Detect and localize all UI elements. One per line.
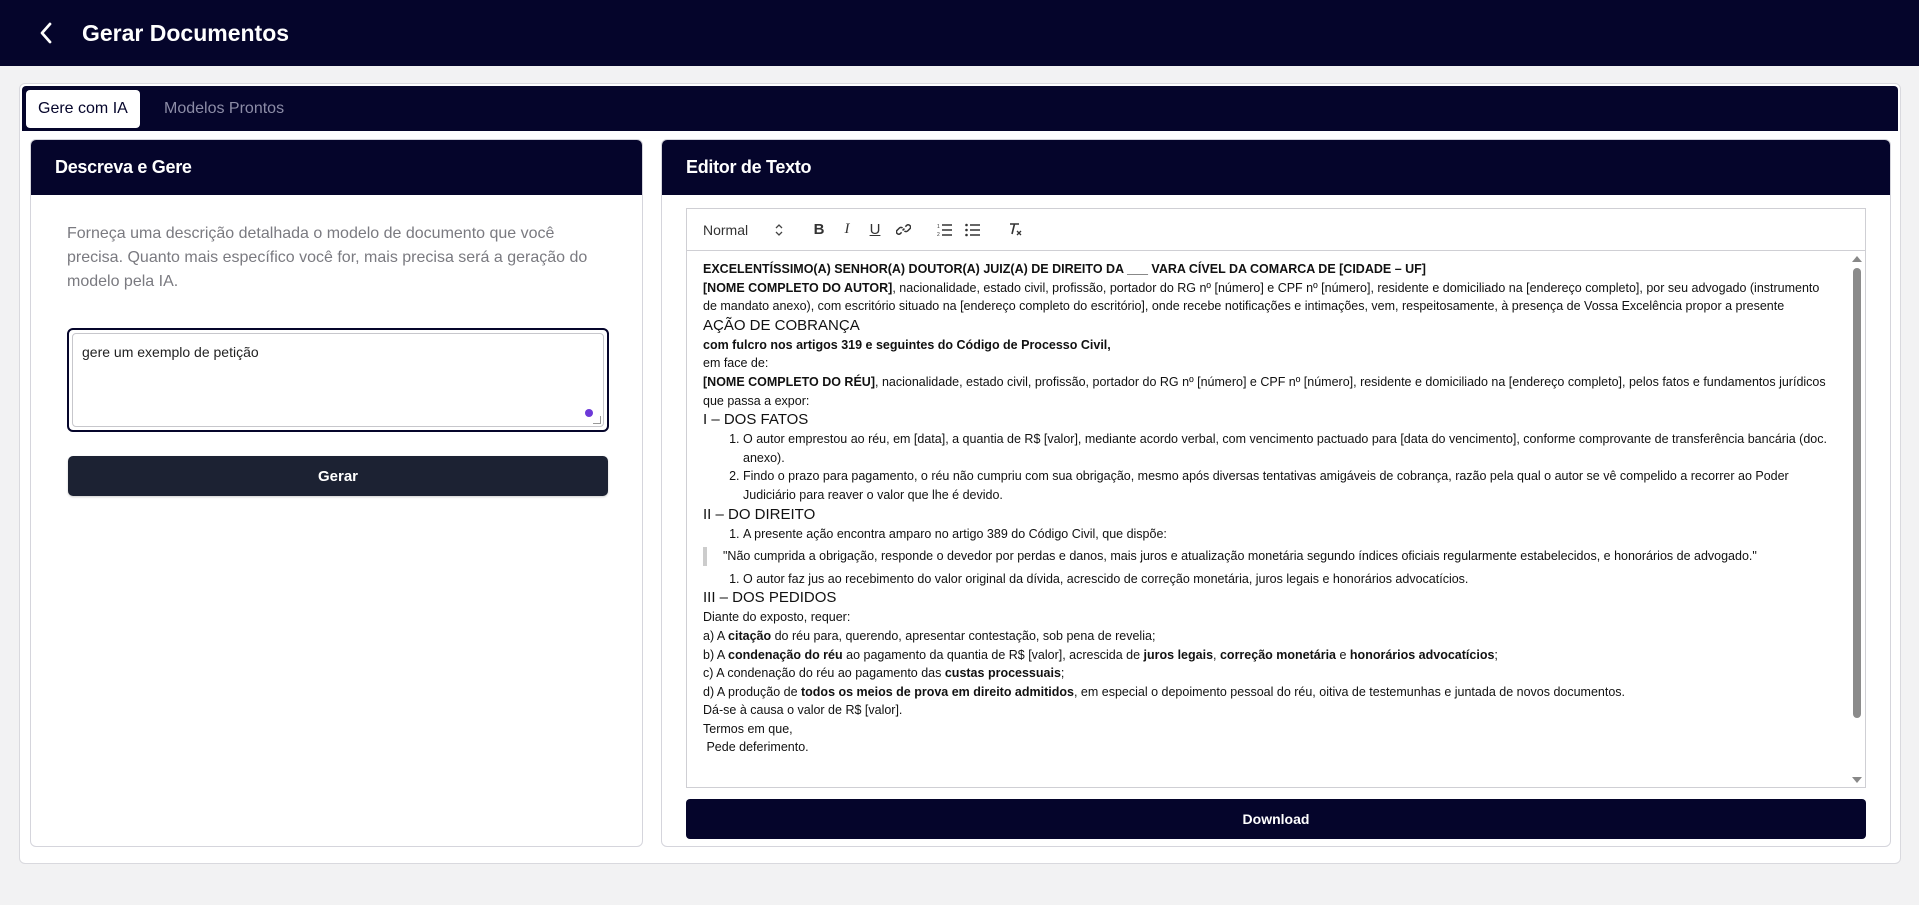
doc-requests-intro: Diante do exposto, requer: xyxy=(703,610,851,625)
doc-request-a: a) A citação do réu para, querendo, apre… xyxy=(703,627,1833,646)
underline-icon: U xyxy=(869,221,881,238)
facts-list: O autor emprestou ao réu, em [data], a q… xyxy=(703,430,1833,504)
doc-request-c: c) A condenação do réu ao pagamento das … xyxy=(703,664,1833,683)
ordered-list-icon: 12 xyxy=(937,224,952,237)
doc-section-law: II – DO DIREITO xyxy=(703,505,816,523)
editor-toolbar: Normal B I U 12 xyxy=(687,209,1865,251)
prompt-text: gere um exemplo de petição xyxy=(82,344,259,360)
tab-gere-com-ia[interactable]: Gere com IA xyxy=(26,90,140,128)
format-select[interactable]: Normal xyxy=(703,222,791,238)
doc-value: Dá-se à causa o valor de R$ [valor]. xyxy=(703,703,903,718)
select-arrows-icon xyxy=(775,223,783,236)
doc-defendant-paragraph: [NOME COMPLETO DO RÉU], nacionalidade, e… xyxy=(703,373,1833,410)
req-bold: honorários advocatícios xyxy=(1349,647,1495,662)
doc-quote: "Não cumprida a obrigação, responde o de… xyxy=(703,547,1833,566)
editor-scrollbar[interactable] xyxy=(1849,252,1865,787)
doc-section-requests: III – DOS PEDIDOS xyxy=(703,589,837,607)
law-list-2: O autor faz jus ao recebimento do valor … xyxy=(703,570,1833,589)
rich-text-editor: Normal B I U 12 EXCELENTÍSSIMO(A) SENHOR… xyxy=(686,208,1866,788)
doc-face: em face de: xyxy=(703,356,769,371)
req-bold: condenação do réu xyxy=(728,647,843,662)
doc-defendant-name: [NOME COMPLETO DO RÉU] xyxy=(703,374,875,389)
req-text: ; xyxy=(1060,666,1065,681)
editor-panel: Editor de Texto Normal B I U 12 EXCELENT… xyxy=(661,139,1891,847)
describe-instructions: Forneça uma descrição detalhada o modelo… xyxy=(67,225,588,290)
bold-icon: B xyxy=(813,221,825,238)
bullet-list-icon xyxy=(965,223,980,236)
describe-panel-title: Descreva e Gere xyxy=(31,140,642,195)
describe-panel: Descreva e Gere Forneça uma descrição de… xyxy=(30,139,643,847)
bold-button[interactable]: B xyxy=(805,218,833,242)
link-icon xyxy=(895,224,911,235)
svg-text:2: 2 xyxy=(937,232,940,237)
tab-modelos-prontos[interactable]: Modelos Prontos xyxy=(152,90,296,128)
doc-author-paragraph: [NOME COMPLETO DO AUTOR], nacionalidade,… xyxy=(703,279,1833,316)
doc-legal-basis: com fulcro nos artigos 319 e seguintes d… xyxy=(703,336,1833,355)
req-text: , em especial o depoimento pessoal do ré… xyxy=(1073,684,1626,699)
list-item: O autor faz jus ao recebimento do valor … xyxy=(743,570,1833,589)
law-list: A presente ação encontra amparo no artig… xyxy=(703,525,1833,544)
doc-request-b: b) A condenação do réu ao pagamento da q… xyxy=(703,646,1833,665)
req-text: c) A condenação do réu ao pagamento das xyxy=(703,666,945,681)
italic-button[interactable]: I xyxy=(833,218,861,242)
download-button[interactable]: Download xyxy=(686,799,1866,839)
ordered-list-button[interactable]: 12 xyxy=(931,218,959,242)
req-text: , xyxy=(1213,647,1220,662)
scroll-down-icon[interactable] xyxy=(1852,777,1862,783)
req-bold: custas processuais xyxy=(944,666,1061,681)
italic-icon: I xyxy=(844,221,850,237)
doc-legal-basis-text: com fulcro nos artigos 319 e seguintes d… xyxy=(703,337,1111,352)
list-item: Findo o prazo para pagamento, o réu não … xyxy=(743,467,1833,504)
main-container: Gere com IA Modelos Prontos Descreva e G… xyxy=(19,83,1901,864)
format-select-value: Normal xyxy=(703,221,749,238)
scroll-up-icon[interactable] xyxy=(1852,256,1862,262)
doc-closing-2: Pede deferimento. xyxy=(703,740,809,755)
doc-author-name: [NOME COMPLETO DO AUTOR] xyxy=(703,280,893,295)
doc-request-d: d) A produção de todos os meios de prova… xyxy=(703,683,1833,702)
doc-closing-1: Termos em que, xyxy=(703,721,793,736)
clear-format-icon xyxy=(1010,223,1022,236)
page-title: Gerar Documentos xyxy=(82,19,290,46)
doc-action-title: AÇÃO DE COBRANÇA xyxy=(703,316,860,334)
editor-panel-title: Editor de Texto xyxy=(662,140,1890,195)
req-bold: correção monetária xyxy=(1219,647,1337,662)
list-item: A presente ação encontra amparo no artig… xyxy=(743,525,1833,544)
bullet-list-button[interactable] xyxy=(959,218,987,242)
req-text: b) A xyxy=(703,647,729,662)
scrollbar-thumb[interactable] xyxy=(1853,268,1861,718)
req-text: a) A xyxy=(703,628,729,643)
doc-section-facts: I – DOS FATOS xyxy=(703,411,809,429)
back-button[interactable] xyxy=(26,13,66,53)
generate-button[interactable]: Gerar xyxy=(68,456,608,496)
chevron-left-icon xyxy=(40,22,52,44)
req-bold: citação xyxy=(728,628,772,643)
prompt-textarea-wrapper: gere um exemplo de petição xyxy=(67,328,609,432)
prompt-textarea[interactable]: gere um exemplo de petição xyxy=(72,333,604,427)
req-text: e xyxy=(1336,647,1350,662)
req-text: ao pagamento da quantia de R$ [valor], a… xyxy=(842,647,1144,662)
doc-heading: EXCELENTÍSSIMO(A) SENHOR(A) DOUTOR(A) JU… xyxy=(703,260,1833,279)
svg-text:1: 1 xyxy=(937,224,940,230)
doc-heading-text: EXCELENTÍSSIMO(A) SENHOR(A) DOUTOR(A) JU… xyxy=(703,262,1426,276)
tab-bar: Gere com IA Modelos Prontos xyxy=(22,86,1898,131)
req-text: do réu para, querendo, apresentar contes… xyxy=(771,628,1156,643)
document-content[interactable]: EXCELENTÍSSIMO(A) SENHOR(A) DOUTOR(A) JU… xyxy=(687,252,1849,787)
req-text: ; xyxy=(1494,647,1498,662)
assistant-indicator-icon xyxy=(585,409,593,417)
app-header: Gerar Documentos xyxy=(0,0,1919,66)
req-bold: juros legais xyxy=(1143,647,1214,662)
underline-button[interactable]: U xyxy=(861,218,889,242)
resize-handle-icon[interactable] xyxy=(593,416,601,424)
link-button[interactable] xyxy=(889,218,917,242)
clear-format-button[interactable] xyxy=(1001,218,1029,242)
list-item: O autor emprestou ao réu, em [data], a q… xyxy=(743,430,1833,467)
req-text: d) A produção de xyxy=(703,684,801,699)
req-bold: todos os meios de prova em direito admit… xyxy=(801,684,1074,699)
